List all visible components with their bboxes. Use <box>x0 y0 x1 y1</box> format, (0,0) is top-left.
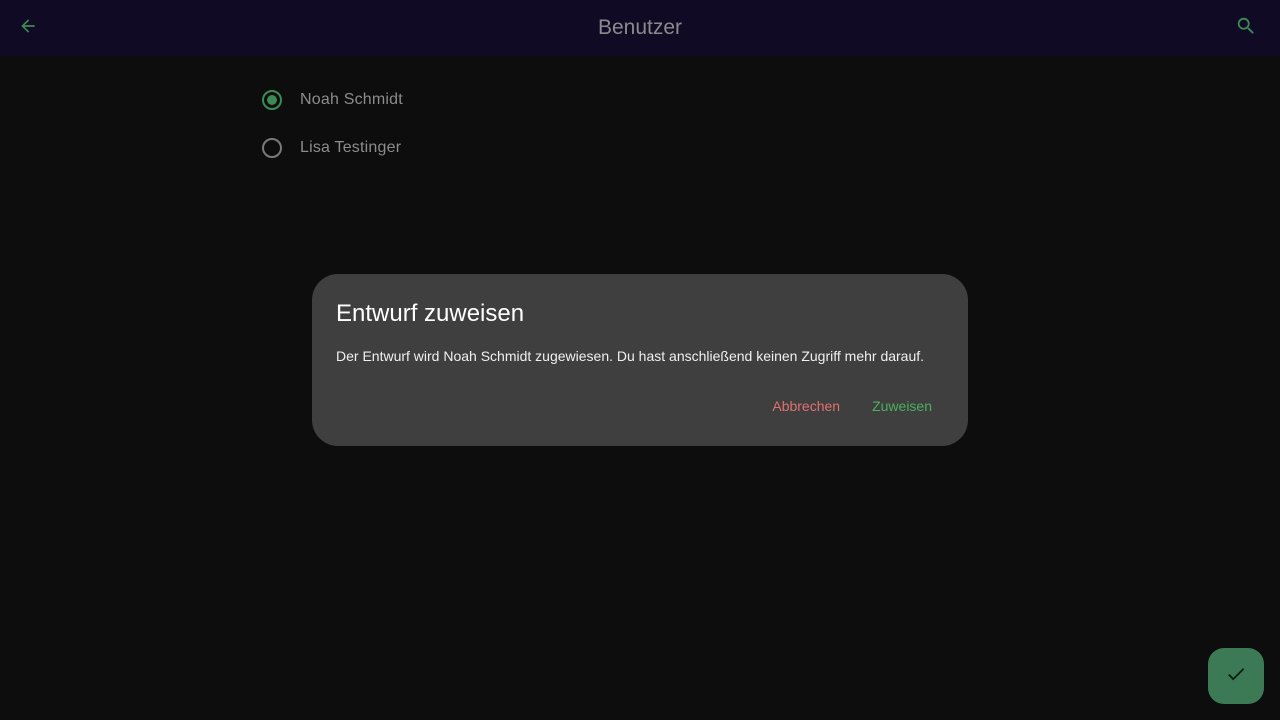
dialog-message: Der Entwurf wird Noah Schmidt zugewiesen… <box>336 348 925 364</box>
dialog-actions: Abbrechen Zuweisen <box>760 386 944 426</box>
back-button[interactable] <box>10 10 46 46</box>
user-name: Noah Schmidt <box>300 91 403 108</box>
radio-button[interactable] <box>250 76 294 124</box>
radio-unchecked-icon <box>262 138 282 158</box>
top-app-bar: Benutzer <box>0 0 1280 56</box>
check-icon <box>1225 663 1247 690</box>
page-title: Benutzer <box>597 16 683 39</box>
search-button[interactable] <box>1228 10 1264 46</box>
app-root: Benutzer Noah Schmidt Lisa Testinger Ent… <box>0 0 1280 720</box>
radio-button[interactable] <box>250 124 294 172</box>
user-list: Noah Schmidt Lisa Testinger <box>250 76 850 172</box>
dialog-title: Entwurf zuweisen <box>336 300 525 327</box>
list-item[interactable]: Noah Schmidt <box>250 76 850 124</box>
cancel-button[interactable]: Abbrechen <box>760 386 852 426</box>
list-item[interactable]: Lisa Testinger <box>250 124 850 172</box>
radio-checked-icon <box>262 90 282 110</box>
search-icon <box>1235 15 1257 42</box>
user-name: Lisa Testinger <box>300 139 402 156</box>
assign-draft-dialog: Entwurf zuweisen Der Entwurf wird Noah S… <box>312 274 968 446</box>
arrow-back-icon <box>18 16 38 41</box>
assign-button[interactable]: Zuweisen <box>860 386 944 426</box>
confirm-fab[interactable] <box>1208 648 1264 704</box>
